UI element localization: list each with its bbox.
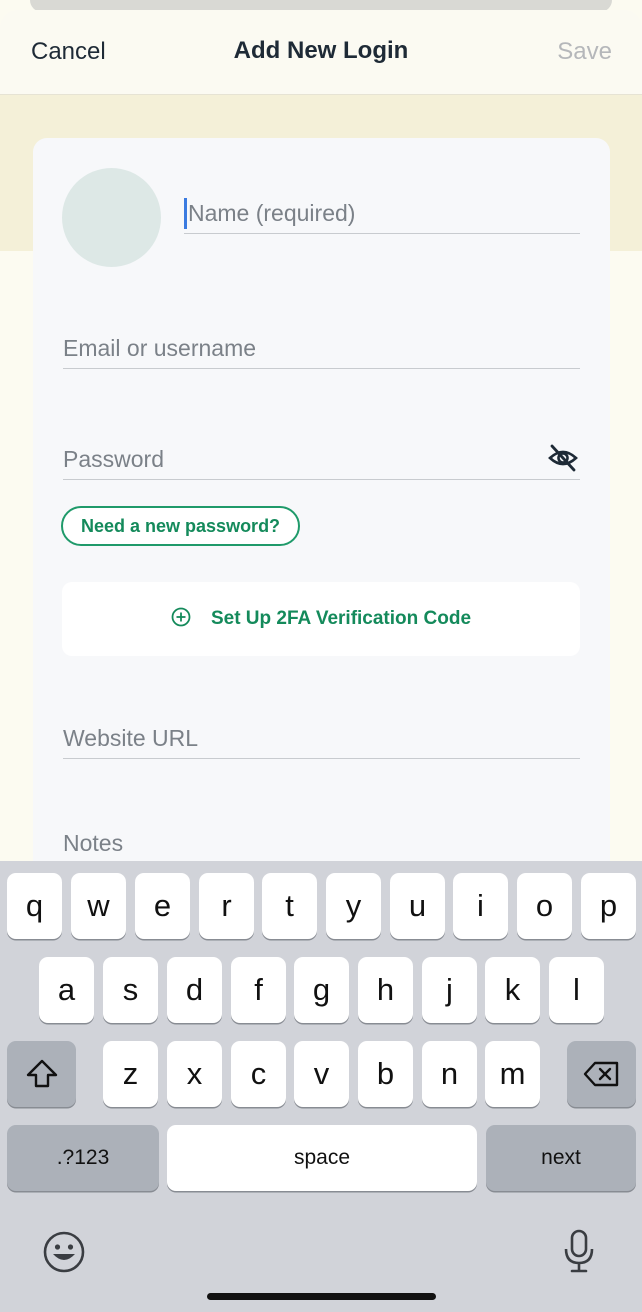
key-w[interactable]: w [71, 873, 126, 939]
eye-slash-icon[interactable] [548, 443, 578, 473]
key-l[interactable]: l [549, 957, 604, 1023]
text-cursor [184, 198, 187, 229]
key-z[interactable]: z [103, 1041, 158, 1107]
backspace-icon [583, 1061, 618, 1087]
numbers-key[interactable]: .?123 [7, 1125, 159, 1191]
key-i[interactable]: i [453, 873, 508, 939]
key-g[interactable]: g [294, 957, 349, 1023]
key-x[interactable]: x [167, 1041, 222, 1107]
key-c[interactable]: c [231, 1041, 286, 1107]
navigation-bar: Cancel Add New Login Save [0, 10, 642, 95]
generate-password-button[interactable]: Need a new password? [61, 506, 301, 546]
delete-key[interactable] [567, 1041, 636, 1107]
name-input[interactable] [184, 193, 584, 233]
key-h[interactable]: h [358, 957, 413, 1023]
next-key[interactable]: next [486, 1125, 636, 1191]
key-a[interactable]: a [39, 957, 94, 1023]
password-input[interactable] [63, 439, 523, 479]
shift-key[interactable] [7, 1041, 76, 1107]
email-input[interactable] [63, 328, 580, 368]
key-e[interactable]: e [135, 873, 190, 939]
key-n[interactable]: n [422, 1041, 477, 1107]
space-key[interactable]: space [167, 1125, 477, 1191]
shift-icon [26, 1059, 57, 1088]
key-m[interactable]: m [485, 1041, 540, 1107]
key-b[interactable]: b [358, 1041, 413, 1107]
key-q[interactable]: q [7, 873, 62, 939]
key-d[interactable]: d [167, 957, 222, 1023]
key-v[interactable]: v [294, 1041, 349, 1107]
email-field[interactable] [63, 328, 580, 369]
key-o[interactable]: o [517, 873, 572, 939]
website-field[interactable] [63, 718, 580, 759]
avatar[interactable] [62, 168, 161, 267]
microphone-icon[interactable] [562, 1228, 596, 1279]
setup-2fa-label: Set Up 2FA Verification Code [210, 608, 472, 629]
setup-2fa-button[interactable]: Set Up 2FA Verification Code [62, 582, 580, 656]
password-field[interactable] [63, 439, 580, 480]
home-indicator [207, 1293, 436, 1300]
key-j[interactable]: j [422, 957, 477, 1023]
key-y[interactable]: y [326, 873, 381, 939]
notes-field-label[interactable]: Notes [63, 830, 123, 857]
key-u[interactable]: u [390, 873, 445, 939]
website-input[interactable] [63, 718, 580, 758]
key-k[interactable]: k [485, 957, 540, 1023]
key-p[interactable]: p [581, 873, 636, 939]
cancel-button[interactable]: Cancel [31, 38, 106, 66]
emoji-icon[interactable] [43, 1231, 85, 1278]
key-f[interactable]: f [231, 957, 286, 1023]
plus-circle-icon [171, 607, 191, 632]
keyboard: q w e r t y u i o p a s d f g h j k l z … [0, 861, 642, 1312]
key-s[interactable]: s [103, 957, 158, 1023]
name-field[interactable] [184, 193, 584, 234]
key-r[interactable]: r [199, 873, 254, 939]
save-button[interactable]: Save [557, 38, 612, 66]
key-t[interactable]: t [262, 873, 317, 939]
